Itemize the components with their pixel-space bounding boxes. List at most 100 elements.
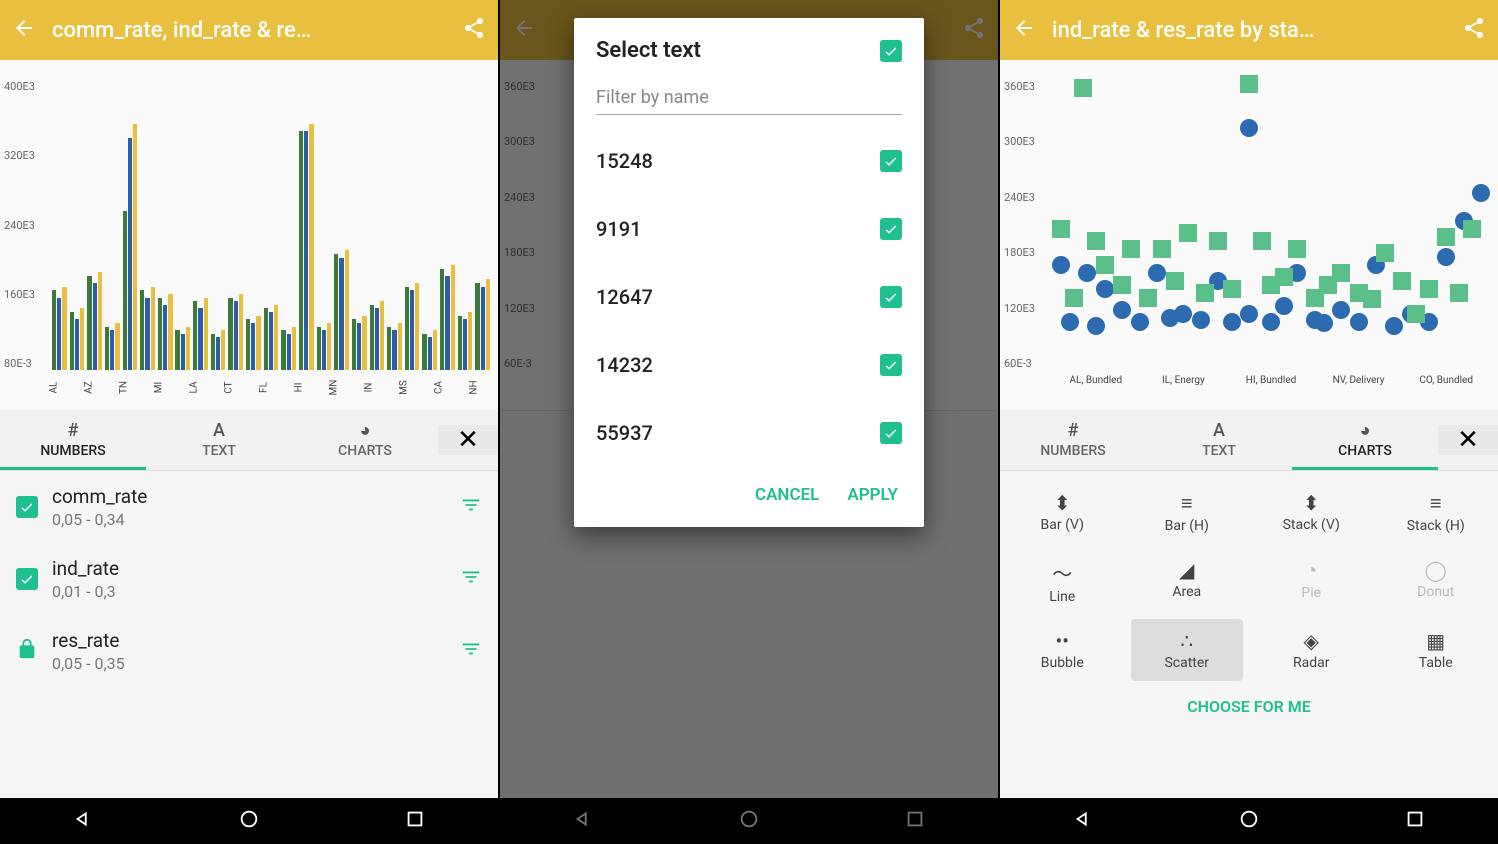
tab-numbers[interactable]: # NUMBERS: [1000, 410, 1146, 470]
bar: [211, 334, 215, 370]
bar: [264, 308, 268, 370]
chart-type-barh[interactable]: ≡Bar (H): [1131, 481, 1244, 544]
bar: [451, 265, 455, 370]
share-icon[interactable]: [962, 16, 986, 44]
close-panel-button[interactable]: ✕: [1438, 425, 1498, 455]
nav-home-icon[interactable]: [1238, 808, 1260, 834]
tab-text[interactable]: A TEXT: [1146, 410, 1292, 470]
field-checkbox[interactable]: [16, 496, 38, 518]
chart-type-barv[interactable]: ⬍Bar (V): [1006, 481, 1119, 544]
bar-group: [193, 80, 208, 370]
bar-group: [264, 80, 279, 370]
field-checkbox[interactable]: [16, 568, 38, 590]
option-checkbox[interactable]: [880, 218, 902, 240]
bar: [115, 323, 119, 370]
option-checkbox[interactable]: [880, 150, 902, 172]
bar-chart[interactable]: 400E3320E3240E3160E380E-3 ALAZTNMILACTFL…: [0, 60, 498, 410]
radar-icon: ◈: [1259, 629, 1364, 653]
option-row[interactable]: 14232: [596, 331, 902, 399]
filter-input[interactable]: [596, 81, 902, 115]
tab-numbers[interactable]: # NUMBERS: [0, 410, 146, 470]
share-icon[interactable]: [1462, 16, 1486, 44]
chart-type-label: Stack (V): [1283, 517, 1340, 533]
nav-recent-icon[interactable]: [904, 808, 926, 834]
close-icon: ✕: [1457, 425, 1479, 455]
chart-type-area[interactable]: ◢Area: [1131, 548, 1244, 615]
scatter-point: [1437, 248, 1455, 266]
back-icon[interactable]: [12, 16, 36, 44]
numbers-field-list[interactable]: comm_rate0,05 - 0,34ind_rate0,01 - 0,3re…: [0, 471, 498, 798]
chart-type-table[interactable]: ▦Table: [1380, 619, 1493, 681]
select-all-checkbox[interactable]: [880, 40, 902, 62]
chart-type-scatter[interactable]: ∴Scatter: [1131, 619, 1244, 681]
scatter-point: [1174, 305, 1192, 323]
nav-back-icon[interactable]: [1072, 808, 1094, 834]
option-checkbox[interactable]: [880, 286, 902, 308]
option-row[interactable]: 15248: [596, 127, 902, 195]
bar: [445, 276, 449, 370]
choose-for-me-button[interactable]: CHOOSE FOR ME: [1000, 683, 1498, 730]
filter-icon[interactable]: [460, 494, 482, 520]
option-checkbox[interactable]: [880, 422, 902, 444]
scatter-point: [1376, 244, 1394, 262]
chart-type-radar[interactable]: ◈Radar: [1255, 619, 1368, 681]
nav-back-icon[interactable]: [572, 808, 594, 834]
share-icon[interactable]: [462, 16, 486, 44]
back-icon[interactable]: [512, 16, 536, 44]
tab-charts[interactable]: ◕ CHARTS: [1292, 410, 1438, 470]
option-checkbox[interactable]: [880, 354, 902, 376]
tab-label: CHARTS: [338, 443, 392, 459]
filter-icon[interactable]: [460, 638, 482, 664]
field-range: 0,05 - 0,35: [52, 654, 446, 673]
scatter-point: [1096, 280, 1114, 298]
close-panel-button[interactable]: ✕: [438, 425, 498, 455]
option-row[interactable]: 55937: [596, 399, 902, 467]
scatter-point: [1363, 290, 1381, 308]
chart-type-pie: ◔Pie: [1255, 548, 1368, 615]
bar: [123, 211, 127, 371]
close-icon: ✕: [457, 425, 479, 455]
field-row[interactable]: res_rate 0,05 - 0,35: [0, 615, 498, 687]
scatter-point: [1113, 276, 1131, 294]
option-list[interactable]: 15248 9191126471423255937: [596, 127, 902, 467]
y-tick: 60E-3: [504, 357, 549, 370]
chart-type-stackh[interactable]: ≡Stack (H): [1380, 481, 1493, 544]
bar: [486, 279, 490, 370]
tab-text[interactable]: A TEXT: [146, 410, 292, 470]
android-nav-bar: [1000, 798, 1498, 844]
bar-group: [70, 80, 85, 370]
bar: [105, 327, 109, 371]
scatter-point: [1192, 311, 1210, 329]
bar: [133, 124, 137, 371]
back-icon[interactable]: [1012, 16, 1036, 44]
cancel-button[interactable]: CANCEL: [755, 485, 819, 505]
nav-recent-icon[interactable]: [1404, 808, 1426, 834]
page-title: ind_rate & res_rate by sta…: [1052, 18, 1446, 43]
apply-button[interactable]: APPLY: [847, 485, 898, 505]
nav-back-icon[interactable]: [72, 808, 94, 834]
tab-charts[interactable]: ◕ CHARTS: [292, 410, 438, 470]
bar: [458, 316, 462, 370]
x-axis: AL, BundledIL, EnergyHI, BundledNV, Deli…: [1052, 375, 1490, 400]
bar-group: [299, 80, 314, 370]
field-row[interactable]: comm_rate0,05 - 0,34: [0, 471, 498, 543]
chart-type-line[interactable]: 〜Line: [1006, 548, 1119, 615]
bar-group: [422, 80, 437, 370]
option-row[interactable]: 9191: [596, 195, 902, 263]
nav-home-icon[interactable]: [738, 808, 760, 834]
bar: [52, 290, 56, 370]
bar: [221, 330, 225, 370]
chart-type-stackv[interactable]: ⬍Stack (V): [1255, 481, 1368, 544]
scatter-point: [1332, 264, 1350, 282]
nav-recent-icon[interactable]: [404, 808, 426, 834]
bar: [256, 316, 260, 370]
nav-home-icon[interactable]: [238, 808, 260, 834]
scatter-chart[interactable]: 360E3300E3240E3180E3120E360E-3 AL, Bundl…: [1000, 60, 1498, 410]
scatter-point: [1148, 264, 1166, 282]
filter-icon[interactable]: [460, 566, 482, 592]
field-row[interactable]: ind_rate0,01 - 0,3: [0, 543, 498, 615]
chart-type-bubble[interactable]: ••Bubble: [1006, 619, 1119, 681]
option-value: 15248: [596, 149, 653, 173]
option-row[interactable]: 12647: [596, 263, 902, 331]
field-name: res_rate: [52, 629, 446, 652]
